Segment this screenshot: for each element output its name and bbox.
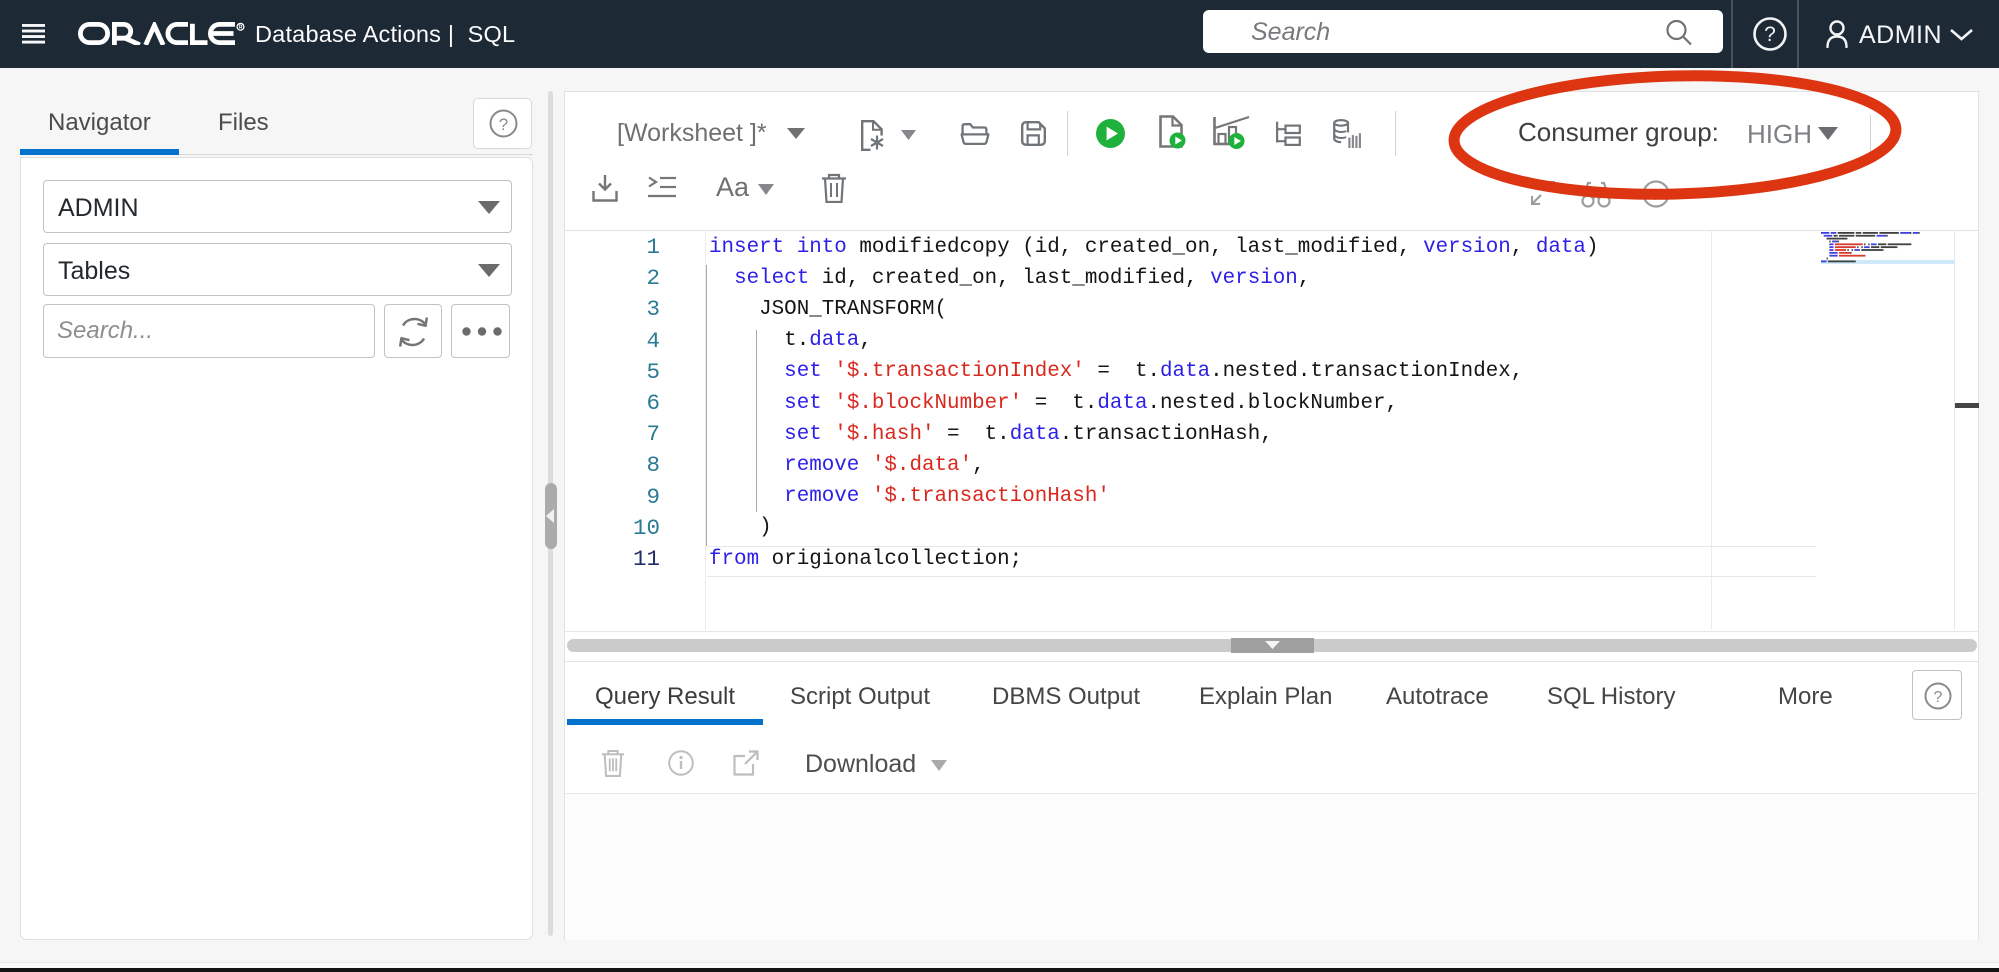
svg-text:?: ? [1934,689,1943,706]
svg-text:?: ? [1764,23,1776,46]
svg-text:?: ? [499,115,508,134]
